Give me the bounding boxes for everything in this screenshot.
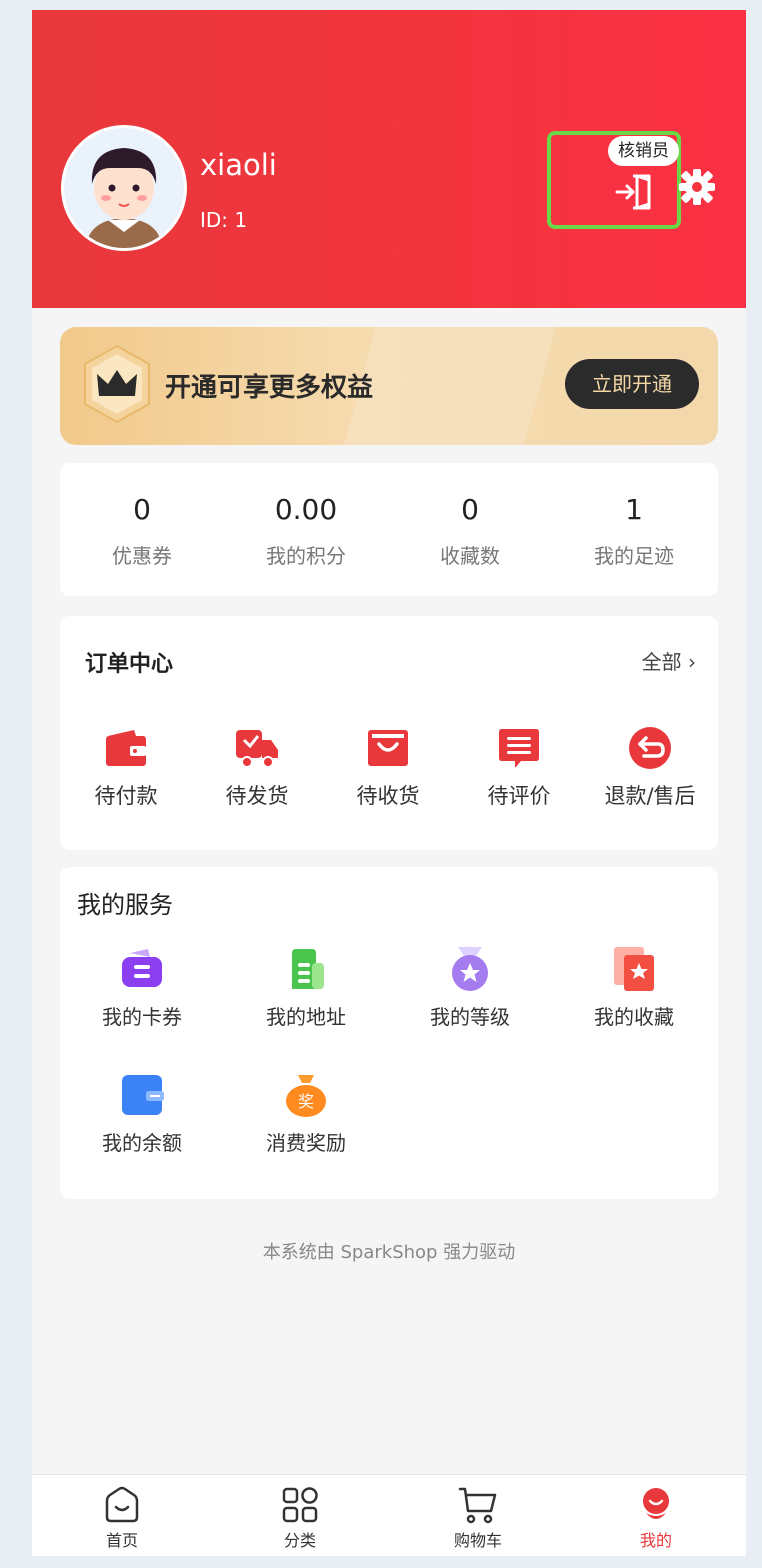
order-refund-aftersale[interactable]: 退款/售后	[584, 726, 716, 810]
tab-category[interactable]: 分类	[240, 1485, 360, 1551]
powered-by-footer: 本系统由 SparkShop 强力驱动	[262, 1242, 516, 1263]
service-label: 消费奖励	[266, 1131, 346, 1155]
category-icon	[282, 1487, 318, 1523]
tab-label: 购物车	[453, 1531, 502, 1550]
settings-gear-icon[interactable]	[678, 168, 716, 206]
vip-text: 开通可享更多权益	[165, 373, 374, 403]
tab-label: 分类	[283, 1531, 316, 1550]
vip-open-button[interactable]: 立即开通	[565, 359, 699, 409]
stat-label: 优惠券	[112, 544, 172, 568]
profile-header: xiaoli ID: 1 核销员	[32, 10, 746, 308]
bottom-tab-bar: 首页 分类 购物车 我的	[32, 1474, 746, 1556]
order-center-title: 订单中心	[85, 652, 174, 677]
order-pending-payment[interactable]: 待付款	[60, 726, 192, 810]
favorite-icon	[614, 947, 654, 991]
service-label: 我的收藏	[594, 1005, 674, 1029]
profile-icon	[643, 1488, 669, 1519]
refund-icon	[629, 727, 671, 769]
order-pending-shipment[interactable]: 待发货	[191, 726, 323, 810]
coupon-icon	[122, 949, 162, 987]
order-label: 待付款	[94, 784, 158, 808]
truck-icon	[236, 730, 278, 768]
service-label: 我的地址	[266, 1005, 346, 1029]
comment-icon	[499, 729, 539, 768]
stat-value: 0	[461, 493, 479, 526]
order-pending-receipt[interactable]: 待收货	[322, 726, 454, 810]
stat-label: 我的足迹	[594, 544, 674, 568]
avatar[interactable]	[61, 125, 187, 251]
stat-value: 0.00	[274, 493, 338, 526]
tab-home[interactable]: 首页	[62, 1485, 182, 1551]
verifier-badge[interactable]: 核销员	[608, 136, 679, 166]
vip-banner-stripe	[344, 327, 556, 445]
service-balance[interactable]: 我的余额	[60, 1071, 224, 1156]
stat-footprints[interactable]: 1 我的足迹	[552, 493, 716, 569]
my-services-card: 我的服务 我的卡券 我的地址 我的等级 我的收藏 我的余额 奖 消费奖励	[60, 867, 718, 1199]
reward-icon-text: 奖	[298, 1092, 314, 1111]
stat-coupons[interactable]: 0 优惠券	[60, 493, 224, 569]
reward-bag-icon: 奖	[286, 1075, 326, 1117]
service-coupons[interactable]: 我的卡券	[60, 945, 224, 1030]
bag-icon	[368, 730, 408, 766]
stat-label: 我的积分	[266, 544, 346, 568]
order-label: 待收货	[356, 784, 420, 808]
service-rewards[interactable]: 奖 消费奖励	[224, 1071, 388, 1156]
order-label: 待发货	[225, 784, 289, 808]
stat-value: 0	[133, 493, 151, 526]
order-pending-review[interactable]: 待评价	[453, 726, 585, 810]
stat-favorites[interactable]: 0 收藏数	[388, 493, 552, 569]
medal-icon	[452, 947, 488, 991]
username: xiaoli	[200, 148, 277, 182]
stat-value: 1	[625, 493, 643, 526]
order-center-card: 订单中心 全部 › 待付款 待发货 待收货 待评价 退款/售后	[60, 616, 718, 850]
tab-label: 我的	[639, 1531, 672, 1550]
balance-icon	[122, 1075, 164, 1115]
user-id: ID: 1	[200, 208, 248, 232]
address-icon	[292, 949, 324, 989]
tab-cart[interactable]: 购物车	[418, 1485, 538, 1551]
stat-points[interactable]: 0.00 我的积分	[224, 493, 388, 569]
cart-icon	[458, 1487, 497, 1524]
crown-icon	[84, 344, 150, 424]
services-title: 我的服务	[77, 891, 173, 919]
home-icon	[105, 1486, 139, 1523]
service-favorites[interactable]: 我的收藏	[552, 945, 716, 1030]
order-label: 退款/售后	[604, 784, 696, 808]
service-level[interactable]: 我的等级	[388, 945, 552, 1030]
view-all-orders-link[interactable]: 全部 ›	[642, 646, 696, 675]
vip-banner[interactable]: 开通可享更多权益 立即开通	[60, 327, 718, 445]
login-door-icon[interactable]	[615, 172, 657, 212]
service-label: 我的卡券	[102, 1005, 182, 1029]
wallet-icon	[106, 730, 146, 766]
order-label: 待评价	[487, 784, 551, 808]
tab-profile[interactable]: 我的	[596, 1485, 716, 1551]
service-label: 我的余额	[102, 1131, 182, 1155]
stat-label: 收藏数	[440, 544, 500, 568]
profile-page: xiaoli ID: 1 核销员 开通可享更多权益 立即开通 0 优惠券 0.0…	[32, 10, 746, 1556]
stats-card: 0 优惠券 0.00 我的积分 0 收藏数 1 我的足迹	[60, 463, 718, 596]
service-address[interactable]: 我的地址	[224, 945, 388, 1030]
tab-label: 首页	[105, 1531, 138, 1550]
service-label: 我的等级	[430, 1005, 510, 1029]
